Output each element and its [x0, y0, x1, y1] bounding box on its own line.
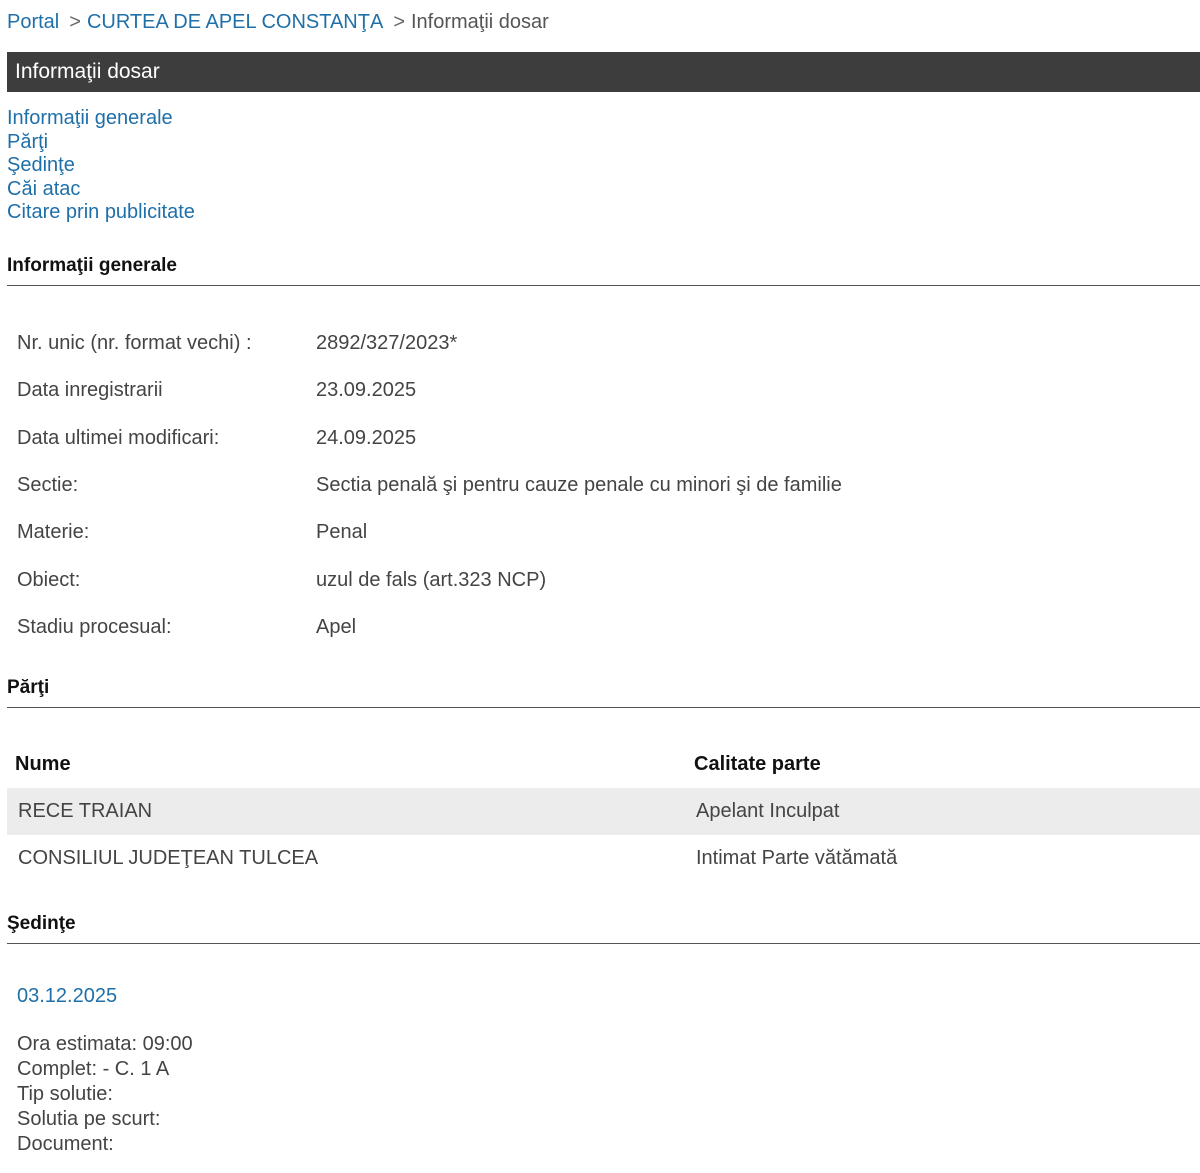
info-row: Nr. unic (nr. format vechi) : 2892/327/2…	[17, 320, 842, 367]
info-value: Sectia penală şi pentru cauze penale cu …	[316, 474, 842, 497]
parties-table: Nume Calitate parte RECE TRAIAN Apelant …	[7, 740, 1200, 882]
info-value: uzul de fals (art.323 NCP)	[316, 568, 547, 591]
hearing-time: Ora estimata: 09:00	[17, 1033, 193, 1055]
info-row: Sectie: Sectia penală şi pentru cauze pe…	[17, 462, 842, 509]
anchor-link-hearings[interactable]: Şedinţe	[7, 154, 195, 178]
breadcrumb: Portal > CURTEA DE APEL CONSTANŢA > Informaţ…	[7, 11, 549, 34]
hearing-panel: Complet: - C. 1 A	[17, 1058, 170, 1080]
breadcrumb-portal-link[interactable]: Portal	[7, 11, 59, 33]
anchor-link-parties[interactable]: Părţi	[7, 131, 195, 155]
info-row: Data ultimei modificari: 24.09.2025	[17, 415, 842, 462]
anchor-link-general-info[interactable]: Informaţii generale	[7, 107, 195, 131]
party-role: Apelant Inculpat	[696, 800, 840, 822]
party-role: Intimat Parte vătămată	[696, 847, 898, 869]
parties-table-header: Nume Calitate parte	[7, 740, 1200, 788]
column-header-party-role: Calitate parte	[694, 752, 821, 775]
party-name: RECE TRAIAN	[18, 800, 153, 822]
table-row: RECE TRAIAN Apelant Inculpat	[7, 788, 1200, 835]
info-value: Penal	[316, 521, 368, 544]
page-title: Informaţii dosar	[7, 52, 1200, 92]
party-name: CONSILIUL JUDEŢEAN TULCEA	[18, 847, 319, 869]
info-value: 24.09.2025	[316, 426, 417, 449]
hearing-solution-type: Tip solutie:	[17, 1083, 113, 1105]
page: Portal > CURTEA DE APEL CONSTANŢA > Informaţ…	[0, 0, 1200, 1173]
info-label: Stadiu procesual:	[17, 615, 172, 638]
hearing-document: Document:	[17, 1133, 114, 1155]
info-label: Data ultimei modificari:	[17, 426, 220, 449]
info-label: Data inregistrarii	[17, 379, 163, 402]
info-value: 23.09.2025	[316, 379, 417, 402]
anchor-link-public-summons[interactable]: Citare prin publicitate	[7, 201, 195, 225]
info-value: Apel	[316, 615, 357, 638]
info-label: Materie:	[17, 521, 90, 544]
info-label: Sectie:	[17, 474, 79, 497]
info-value: 2892/327/2023*	[316, 332, 458, 355]
column-header-name: Nume	[15, 752, 71, 775]
table-row: CONSILIUL JUDEŢEAN TULCEA Intimat Parte …	[7, 835, 1200, 882]
general-info-table: Nr. unic (nr. format vechi) : 2892/327/2…	[17, 320, 842, 651]
info-row: Obiect: uzul de fals (art.323 NCP)	[17, 556, 842, 603]
section-header-parties: Părţi	[7, 677, 1200, 708]
info-row: Data inregistrarii 23.09.2025	[17, 367, 842, 414]
hearing-date: 03.12.2025	[17, 985, 118, 1007]
section-header-general-info: Informaţii generale	[7, 255, 1200, 286]
breadcrumb-separator: >	[393, 11, 405, 33]
info-row: Stadiu procesual: Apel	[17, 604, 842, 651]
info-row: Materie: Penal	[17, 509, 842, 556]
info-label: Obiect:	[17, 568, 81, 591]
info-label: Nr. unic (nr. format vechi) :	[17, 332, 252, 355]
section-header-hearings: Şedinţe	[7, 913, 1200, 944]
breadcrumb-court-link[interactable]: CURTEA DE APEL CONSTANŢA	[87, 11, 383, 33]
hearing-entry: 03.12.2025 Ora estimata: 09:00 Complet: …	[17, 985, 193, 1157]
anchor-link-appeals[interactable]: Căi atac	[7, 178, 195, 202]
section-anchor-links: Informaţii generale Părţi Şedinţe Căi at…	[7, 107, 195, 225]
breadcrumb-separator: >	[69, 11, 81, 33]
hearing-solution-summary: Solutia pe scurt:	[17, 1108, 161, 1130]
breadcrumb-current: Informaţii dosar	[411, 11, 549, 33]
